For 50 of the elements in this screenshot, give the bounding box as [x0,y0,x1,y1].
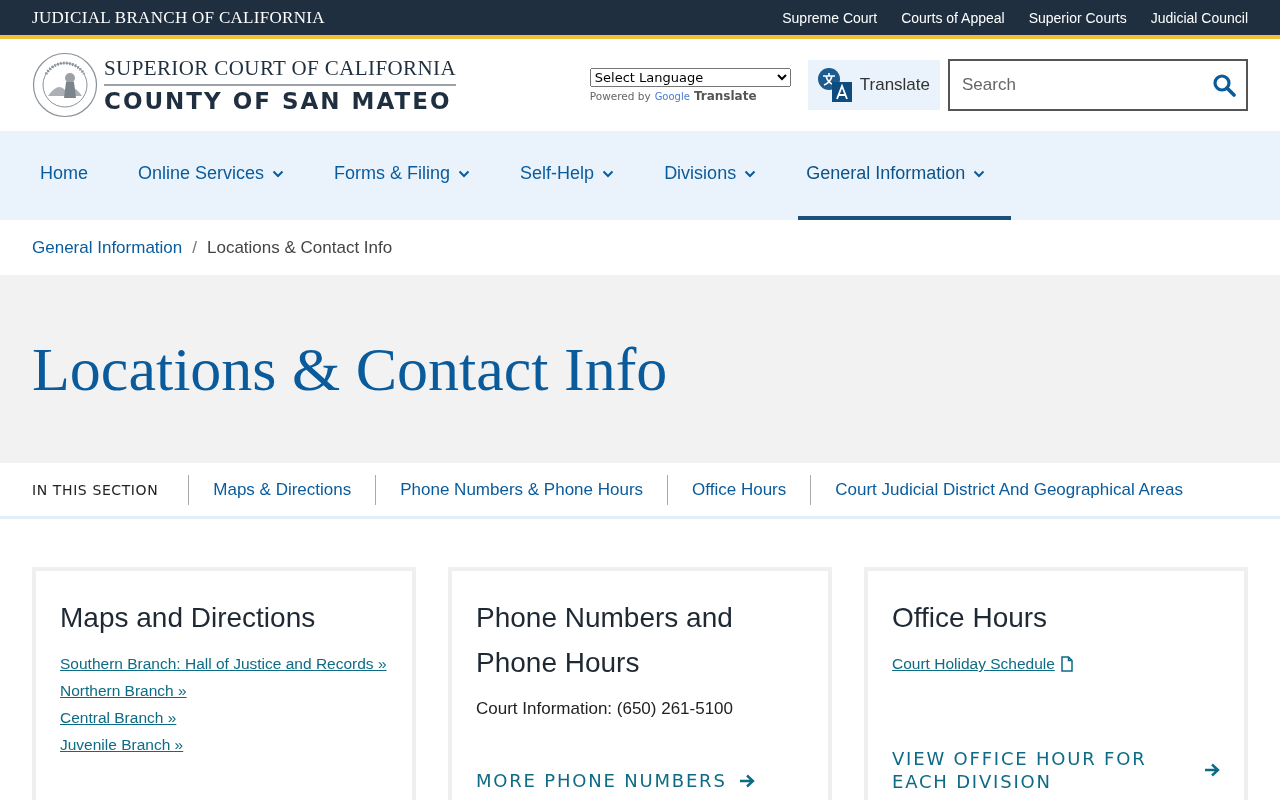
card-link[interactable]: Northern Branch » [60,677,187,704]
document-icon [1060,655,1073,672]
breadcrumb-separator: / [192,237,197,258]
nav-tab[interactable]: Forms & Filing [326,131,497,220]
arrow-right-icon [738,773,755,788]
translate-button[interactable]: Translate [807,60,940,110]
search-field[interactable]: Search [948,59,1248,111]
translate-link[interactable]: Translate [693,88,757,103]
nav-tab[interactable]: Divisions [656,131,783,220]
top-bar-link[interactable]: Supreme Court [782,9,878,26]
section-link[interactable]: Maps & Directions [189,474,377,505]
caret-icon [744,169,757,178]
search-icon[interactable] [1212,73,1236,97]
powered-by-text: Powered by [589,89,651,102]
section-label: IN THIS SECTION [32,474,190,505]
card-text: Court Information: (650) 261-5100 [476,699,735,719]
card-action-link[interactable]: VIEW OFFICE HOUR FOR EACH DIVISION [892,747,1220,793]
top-bar-link[interactable]: Courts of Appeal [901,9,1005,26]
card-link[interactable]: Court Holiday Schedule [892,650,1073,677]
translate-icon [817,68,852,102]
section-link[interactable]: Office Hours [668,474,812,505]
court-seal-icon[interactable] [32,52,98,118]
breadcrumb-link[interactable]: General Information [32,237,183,258]
section-link[interactable]: Court Judicial District And Geographical Areas [811,474,1207,505]
card-title: Office Hours [892,601,1049,635]
card-link[interactable]: Central Branch » [60,704,177,731]
section-link[interactable]: Phone Numbers & Phone Hours [376,474,669,505]
arrow-right-icon [1204,763,1220,777]
breadcrumb-current: Locations & Contact Info [207,237,393,258]
card-link[interactable]: Juvenile Branch » [60,731,184,758]
caret-icon [602,169,615,178]
language-select[interactable]: Select Language [589,67,791,87]
card-title: Maps and Directions [60,601,317,635]
caret-icon [272,169,285,178]
page-title: Locations & Contact Info [32,333,668,405]
caret-icon [973,169,986,178]
court-name[interactable]: SUPERIOR COURT OF CALIFORNIA [104,56,457,86]
nav-tab[interactable]: Online Services [130,131,311,220]
google-wordmark[interactable]: Google [654,90,690,102]
nav-tab[interactable]: Home [32,131,114,220]
nav-tab[interactable]: Self-Help [512,131,641,220]
card-action-link[interactable]: MORE PHONE NUMBERS [476,769,804,792]
county-name[interactable]: COUNTY OF SAN MATEO [104,86,457,114]
card-link[interactable]: Southern Branch: Hall of Justice and Records » [60,650,387,677]
nav-tab[interactable]: General Information [798,131,1012,220]
caret-icon [458,169,471,178]
card-title: Phone Numbers and Phone Hours [476,601,734,680]
top-bar-brand[interactable]: JUDICIAL BRANCH OF CALIFORNIA [32,7,325,28]
top-bar-link[interactable]: Judicial Council [1150,9,1248,26]
top-bar-link[interactable]: Superior Courts [1028,9,1127,26]
